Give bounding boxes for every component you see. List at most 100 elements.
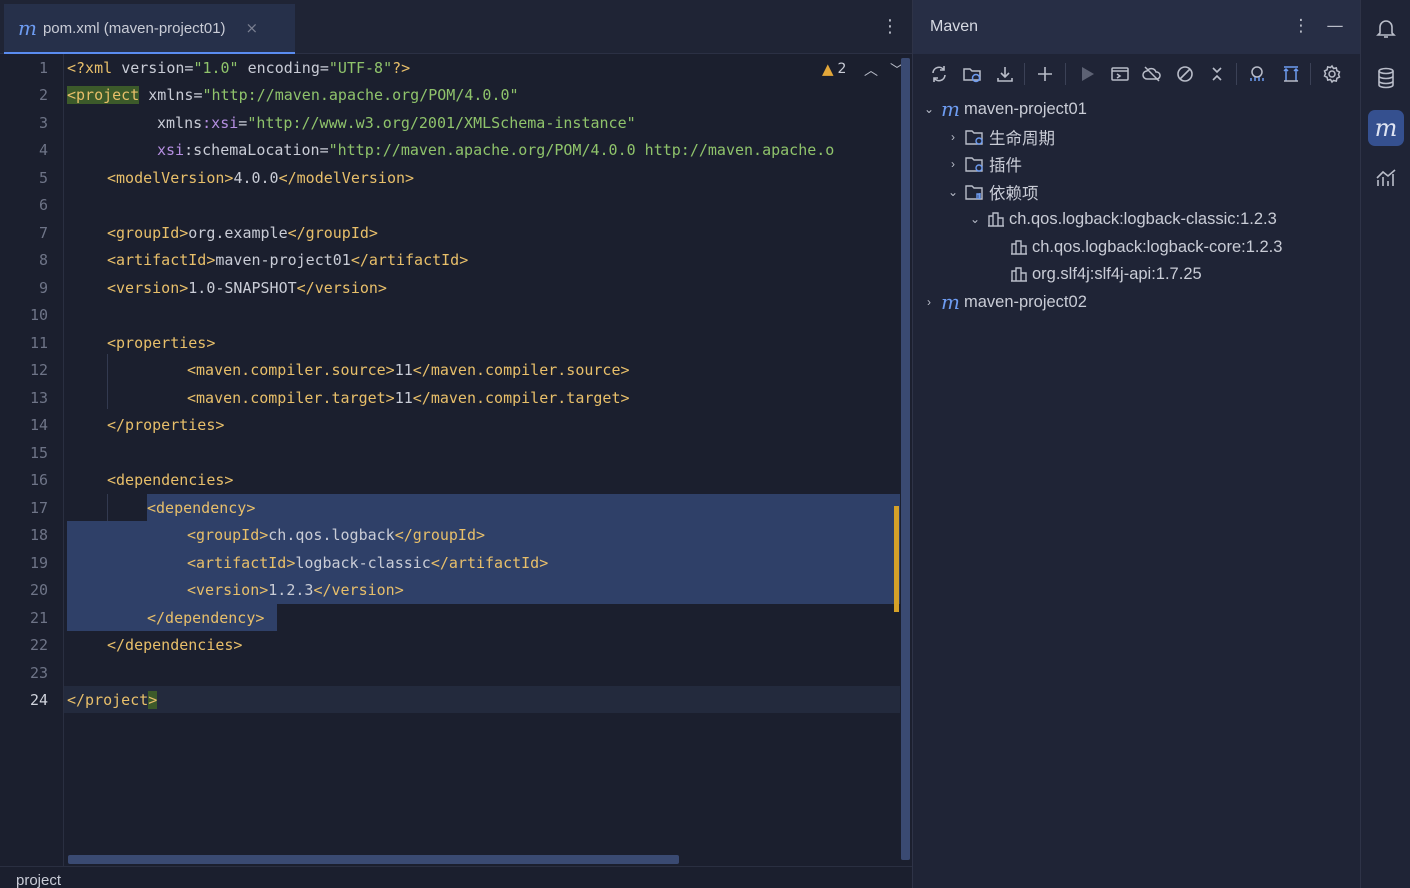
tree-item-label: maven-project01 [963,99,1087,118]
breadcrumb[interactable]: project [16,872,61,888]
code-line-22: </dependencies> [107,636,243,654]
tree-item-logback-classic[interactable]: ⌄ ch.qos.logback:logback-classic:1.2.3 [967,206,1277,232]
tree-item-label: 依赖项 [989,185,1039,203]
more-options-icon[interactable]: ⋮ [880,16,900,40]
tree-item-label: ch.qos.logback:logback-core:1.2.3 [1032,237,1283,256]
tree-item-label: maven-project02 [963,292,1087,311]
reload-icon[interactable] [927,62,951,86]
editor-tab-bar: m pom.xml (maven-project01) × ⋮ [0,0,912,54]
line-number: 21 [29,609,48,627]
library-icon [987,211,1005,227]
tree-item-label: org.slf4j:slf4j-api:1.7.25 [1032,264,1202,283]
line-number: 6 [38,196,48,214]
add-icon[interactable] [1033,62,1057,86]
tree-item-dependencies[interactable]: ⌄ 依赖项 [945,179,1039,205]
tree-item-label: ch.qos.logback:logback-classic:1.2.3 [1009,209,1277,228]
maven-header: Maven ⋮ — [913,0,1361,54]
chevron-right-icon[interactable]: › [945,130,961,144]
code-line-12: <maven.compiler.source>11</maven.compile… [187,361,630,379]
right-tool-strip: m [1360,0,1410,888]
editor-pane: m pom.xml (maven-project01) × ⋮ 1 2 3 4 … [0,0,912,888]
code-line-19: <artifactId>logback-classic</artifactId> [187,554,549,572]
toolbar-separator [1024,63,1025,85]
line-number: 13 [29,389,48,407]
execute-goal-icon[interactable] [1108,62,1132,86]
chevron-right-icon[interactable]: › [921,295,937,309]
chevron-down-icon[interactable]: ⌄ [945,185,961,199]
code-line-4: xsi:schemaLocation="http://maven.apache.… [157,141,835,159]
profiler-icon[interactable] [1368,160,1404,196]
line-number: 10 [29,306,48,324]
code-line-5: <modelVersion>4.0.0</modelVersion> [107,169,415,187]
expand-all-icon[interactable] [1279,62,1303,86]
tree-item-logback-core[interactable]: ch.qos.logback:logback-core:1.2.3 [1010,234,1282,260]
dependencies-folder-icon [965,183,985,201]
close-icon[interactable]: × [246,19,259,37]
line-number: 2 [38,86,48,104]
line-number: 8 [38,251,48,269]
breadcrumb-bar: project [0,866,912,888]
line-number: 16 [29,471,48,489]
notifications-icon[interactable] [1368,10,1404,46]
line-number: 22 [29,636,48,654]
selection [147,494,900,521]
current-line-highlight [64,686,900,713]
chevron-down-icon[interactable]: ⌄ [921,102,937,116]
line-number: 23 [29,664,48,682]
code-line-17: <dependency> [147,499,256,517]
maven-icon[interactable]: m [1368,110,1404,146]
chevron-right-icon[interactable]: › [945,157,961,171]
code-line-16: <dependencies> [107,471,234,489]
offline-icon[interactable] [1140,62,1164,86]
warning-count: 2 [837,61,847,77]
line-number: 20 [29,581,48,599]
horizontal-scrollbar[interactable] [68,855,679,864]
toolbar-separator [1065,63,1066,85]
code-line-20: <version>1.2.3</version> [187,581,404,599]
tree-item-label: 插件 [989,157,1022,175]
run-icon[interactable] [1075,62,1099,86]
reload-folder-icon[interactable] [960,62,984,86]
code-line-21: </dependency> [147,609,265,627]
code-editor[interactable]: <?xml version="1.0" encoding="UTF-8"?> <… [64,54,900,866]
maven-m-icon: m [18,16,37,40]
code-line-1: <?xml version="1.0" encoding="UTF-8"?> [67,59,411,77]
line-number: 5 [38,169,48,187]
tree-item-maven-project01[interactable]: ⌄ m maven-project01 [921,96,1087,122]
more-options-icon[interactable]: ⋮ [1291,16,1311,36]
line-number: 17 [29,499,48,517]
code-line-13: <maven.compiler.target>11</maven.compile… [187,389,630,407]
tree-item-plugins[interactable]: › 插件 [945,151,1022,177]
skip-tests-icon[interactable] [1173,62,1197,86]
chevron-down-icon[interactable]: ⌄ [967,212,983,226]
warning-icon: ▲ [822,60,834,78]
line-number: 1 [38,59,48,77]
lifecycle-folder-icon [965,128,985,146]
code-line-3: xmlns:xsi="http://www.w3.org/2001/XMLSch… [157,114,636,132]
line-number: 14 [29,416,48,434]
change-marker[interactable] [894,506,899,612]
previous-highlight-icon[interactable]: ︿ [864,60,878,80]
minimize-icon[interactable]: — [1325,16,1345,36]
settings-icon[interactable] [1320,62,1344,86]
indent-guide [107,354,108,409]
vertical-scrollbar-thumb[interactable] [901,58,910,860]
maven-m-icon: m [941,290,960,314]
tab-pom-xml[interactable]: m pom.xml (maven-project01) × [4,4,295,54]
inspection-widget[interactable]: ▲ 2 [822,60,846,78]
line-number: 18 [29,526,48,544]
code-line-18: <groupId>ch.qos.logback</groupId> [187,526,486,544]
plugins-folder-icon [965,155,985,173]
database-icon[interactable] [1368,60,1404,96]
show-dependencies-icon[interactable] [1245,62,1269,86]
code-line-11: <properties> [107,334,216,352]
tree-item-slf4j-api[interactable]: org.slf4j:slf4j-api:1.7.25 [1010,261,1202,287]
collapse-icon[interactable] [1205,62,1229,86]
tree-item-maven-project02[interactable]: › m maven-project02 [921,289,1087,315]
line-number: 11 [29,334,48,352]
line-number: 3 [38,114,48,132]
download-icon[interactable] [993,62,1017,86]
line-number: 9 [38,279,48,297]
tree-item-label: 生命周期 [989,130,1055,148]
tree-item-lifecycle[interactable]: › 生命周期 [945,124,1055,150]
